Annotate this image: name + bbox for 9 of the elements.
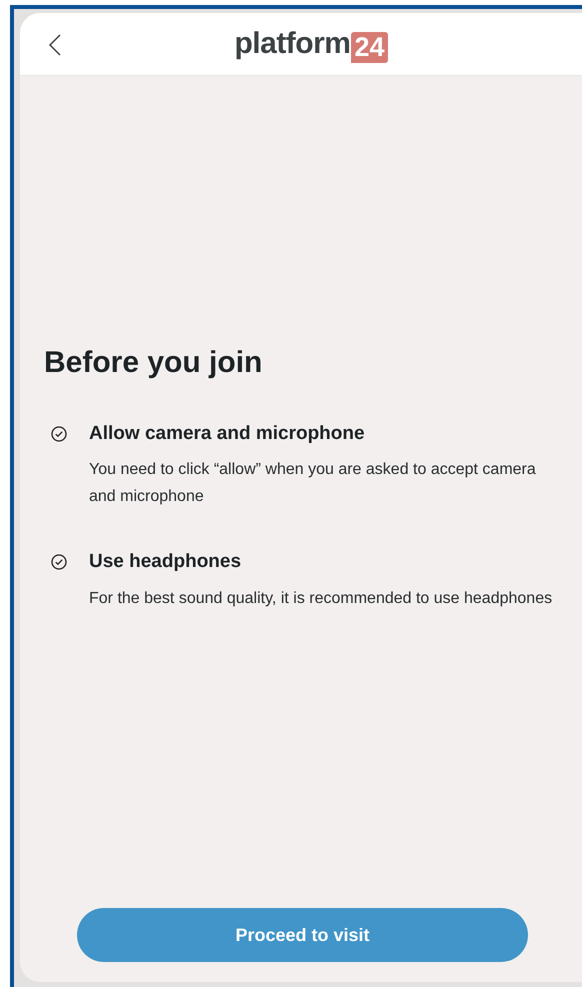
back-icon[interactable] [48, 33, 62, 57]
page-title: Before you join [44, 345, 264, 381]
step-title: Allow camera and microphone [89, 422, 366, 446]
step-description: You need to click “allow” when you are asked to accept camera and microphone [89, 460, 537, 507]
step-title: Use headphones [89, 550, 242, 574]
logo-badge: 24 [351, 32, 388, 63]
proceed-button[interactable]: Proceed to visit [77, 908, 528, 962]
logo-wordmark: platform [234, 29, 350, 59]
step-description: For the best sound quality, it is recommended to use headphones [89, 588, 552, 608]
